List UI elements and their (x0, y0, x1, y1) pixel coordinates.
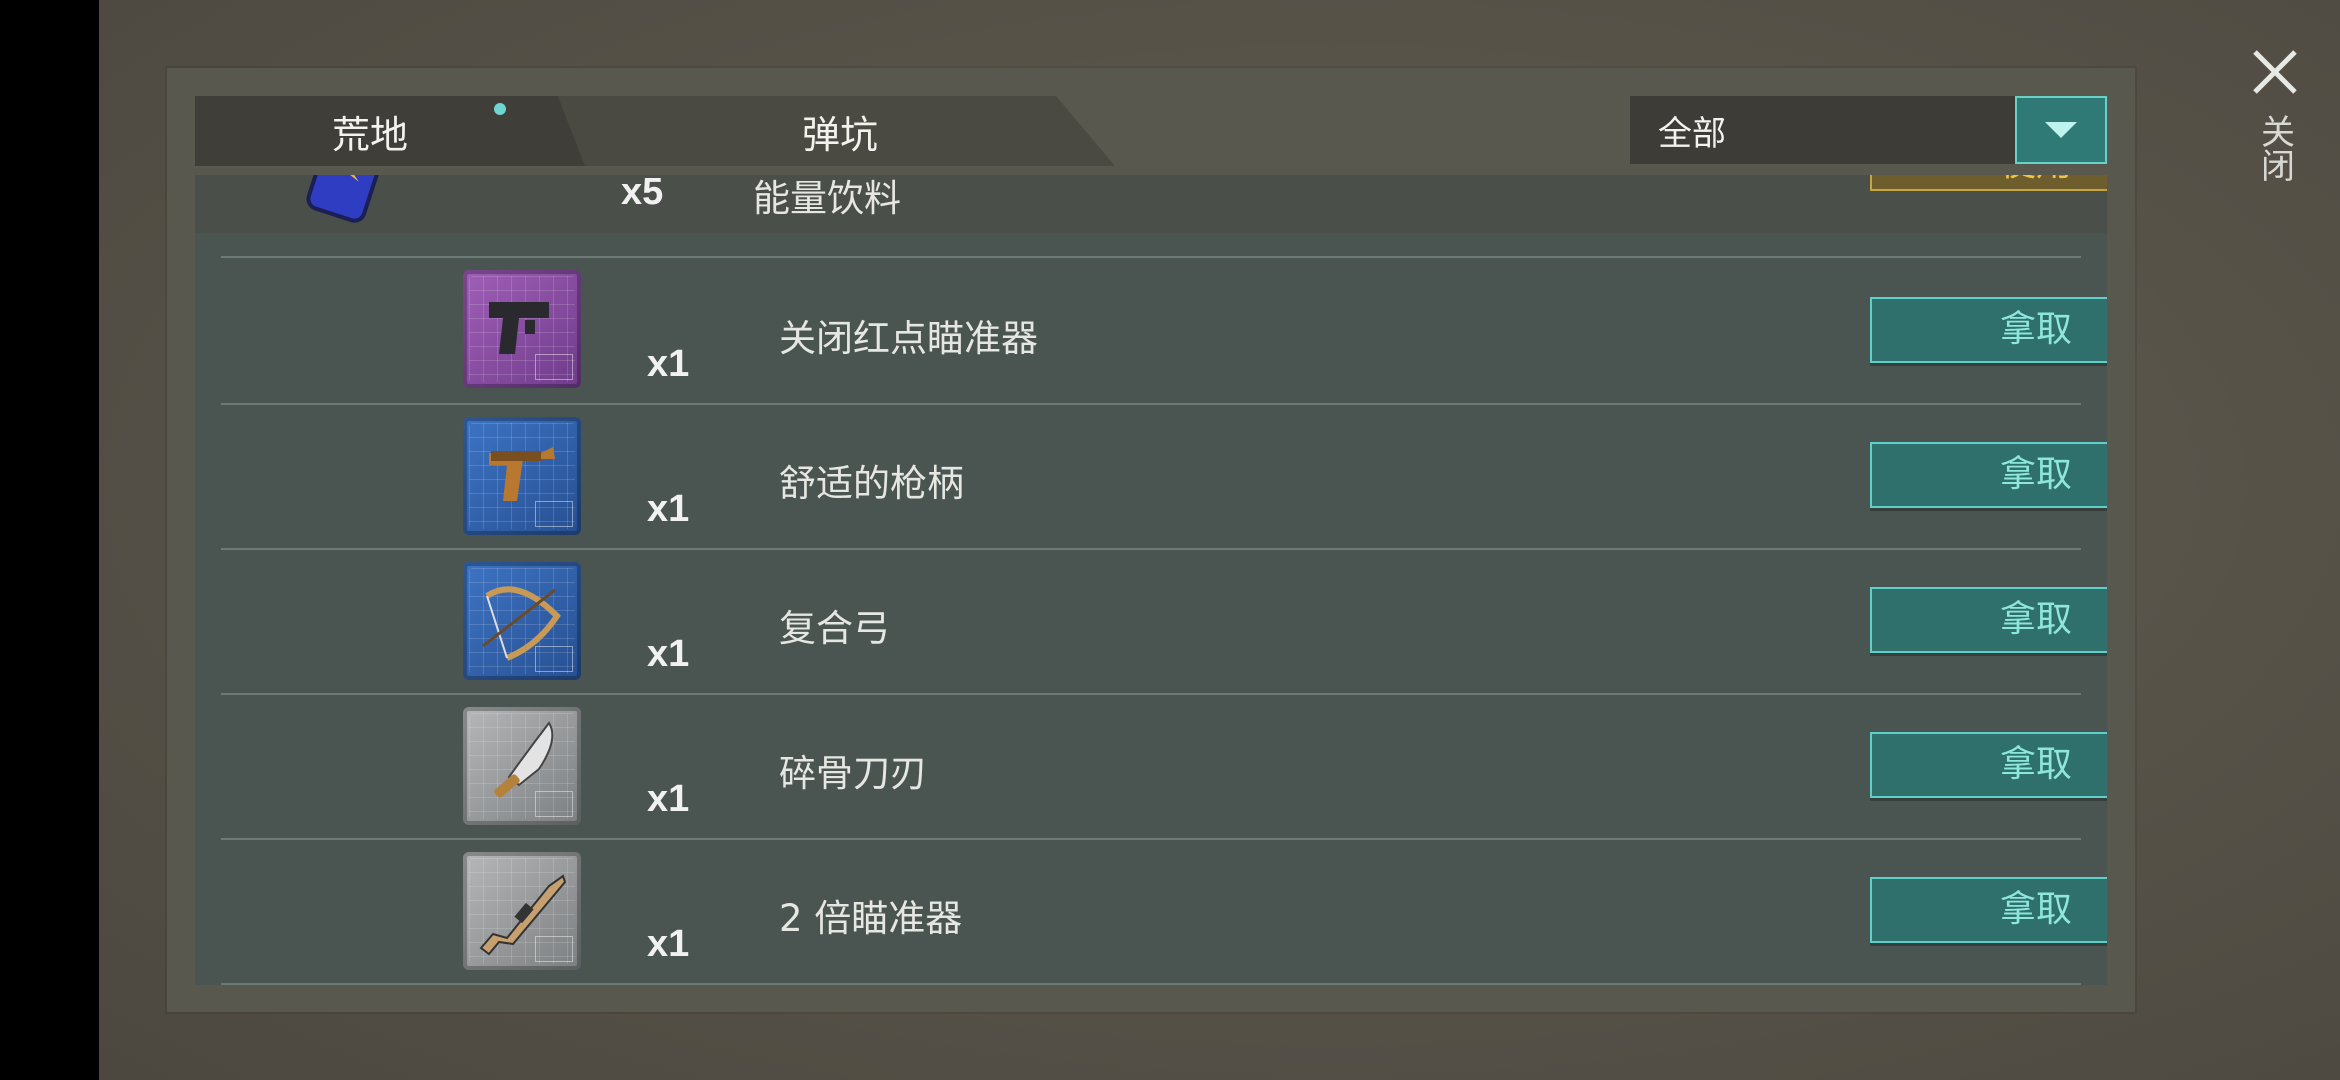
dropdown-toggle-button[interactable] (2015, 96, 2107, 164)
new-indicator-dot (494, 103, 506, 115)
list-item: x1 复合弓 拿取 (221, 548, 2107, 695)
compound-bow-blueprint-icon (463, 562, 581, 680)
rifle-blueprint-icon (463, 852, 581, 970)
list-item: x5 能量饮料 使用 (195, 175, 2107, 233)
use-button[interactable]: 使用 (1870, 175, 2107, 191)
list-item: x1 舒适的枪柄 拿取 (221, 403, 2107, 550)
item-name: 关闭红点瞄准器 (779, 317, 1038, 360)
take-button[interactable]: 拿取 (1870, 877, 2107, 943)
take-button[interactable]: 拿取 (1870, 297, 2107, 363)
item-quantity: x1 (647, 923, 690, 965)
tab-wasteland[interactable]: 荒地 (195, 96, 585, 166)
close-icon (2253, 50, 2297, 94)
take-button[interactable]: 拿取 (1870, 732, 2107, 798)
item-quantity: x5 (621, 175, 664, 213)
filter-dropdown[interactable]: 全部 (1630, 96, 2107, 164)
tab-crater[interactable]: 弹坑 (525, 96, 1115, 166)
pistol-blueprint-icon (463, 270, 581, 388)
close-button[interactable]: 关闭 (2240, 48, 2310, 208)
take-button[interactable]: 拿取 (1870, 442, 2107, 508)
tab-label: 荒地 (331, 112, 408, 157)
list-item: x1 关闭红点瞄准器 拿取 (221, 258, 2107, 405)
item-name: 舒适的枪柄 (779, 462, 964, 505)
list-item: x1 碎骨刀刃 拿取 (221, 693, 2107, 840)
energy-drink-icon (303, 175, 391, 223)
item-list[interactable]: x5 能量饮料 使用 x1 关闭红点瞄准器 拿取 x1 舒适的枪柄 拿取 (195, 175, 2107, 985)
item-name: 能量饮料 (753, 177, 901, 220)
list-item: x1 2 倍瞄准器 拿取 (221, 838, 2107, 985)
item-quantity: x1 (647, 343, 690, 385)
item-name: 复合弓 (779, 607, 890, 650)
chevron-down-icon (2045, 122, 2077, 138)
left-black-bar (0, 0, 99, 1080)
take-button[interactable]: 拿取 (1870, 587, 2107, 653)
item-quantity: x1 (647, 633, 690, 675)
item-name: 2 倍瞄准器 (779, 897, 963, 940)
flare-gun-blueprint-icon (463, 417, 581, 535)
item-quantity: x1 (647, 488, 690, 530)
item-name: 碎骨刀刃 (779, 752, 927, 795)
item-quantity: x1 (647, 778, 690, 820)
tab-label: 弹坑 (801, 112, 878, 157)
machete-blueprint-icon (463, 707, 581, 825)
filter-selected-value: 全部 (1658, 113, 1726, 154)
close-label: 关闭 (2254, 114, 2295, 182)
